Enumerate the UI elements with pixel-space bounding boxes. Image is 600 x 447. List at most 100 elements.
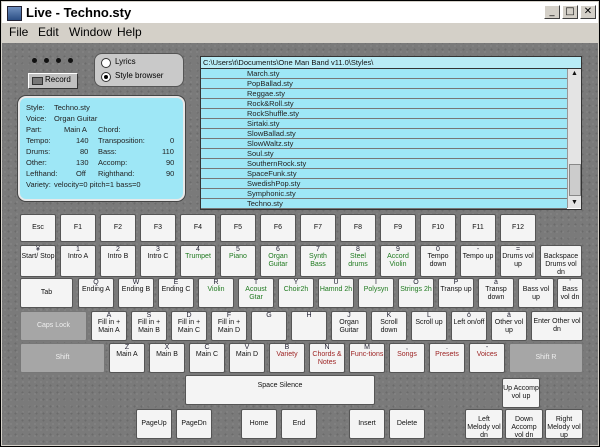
key-kt[interactable]: T Acoust Gtar [238, 278, 274, 308]
key-f4[interactable]: F4 [180, 214, 216, 242]
key-enter[interactable]: Enter Other vol dn [531, 311, 583, 341]
menu-edit[interactable]: Edit [38, 25, 59, 39]
key-home[interactable]: Home [241, 409, 277, 439]
list-scrollbar[interactable]: ▲ ▼ [567, 69, 581, 208]
key-k2[interactable]: 2 Intro B [100, 245, 136, 277]
key-f9[interactable]: F9 [380, 214, 416, 242]
key-down[interactable]: Down Accomp vol dn [505, 409, 543, 439]
key-ka[interactable]: A Fill in + Main A [91, 311, 127, 341]
lyrics-radio[interactable] [101, 58, 111, 68]
key-kequal[interactable]: = Drums vol up [500, 245, 536, 277]
key-space[interactable]: Space Silence [185, 375, 375, 405]
title-bar[interactable]: Live - Techno.sty _ □ ✕ [2, 2, 598, 23]
key-kcomma[interactable]: , Songs [389, 343, 425, 373]
style-file-item[interactable]: Reggae.sty [201, 89, 567, 99]
key-ki[interactable]: I Polysyn [358, 278, 394, 308]
key-k6[interactable]: 6 Organ Guitar [260, 245, 296, 277]
scroll-down-icon[interactable]: ▼ [568, 198, 581, 208]
key-kminus[interactable]: - Tempo up [460, 245, 496, 277]
key-up[interactable]: Up Accomp vol up [502, 378, 540, 408]
style-file-item[interactable]: Symphonic.sty [201, 189, 567, 199]
key-left[interactable]: Left Melody vol dn [465, 409, 503, 439]
record-button[interactable]: Record [28, 73, 78, 89]
key-ksemi[interactable]: ö Left on/off [451, 311, 487, 341]
key-k_tilde[interactable]: ¥ Start/ Stop [20, 245, 56, 277]
key-k9[interactable]: 9 Accord Violin [380, 245, 416, 277]
key-pgup[interactable]: PageUp [136, 409, 172, 439]
key-esc[interactable]: Esc [20, 214, 56, 242]
key-kb[interactable]: B Variety [269, 343, 305, 373]
key-krbr[interactable]: ¨ Bass vol up [518, 278, 554, 308]
key-f8[interactable]: F8 [340, 214, 376, 242]
key-tab[interactable]: Tab [20, 278, 73, 308]
key-kc[interactable]: C Main C [189, 343, 225, 373]
minimize-button[interactable]: _ [544, 5, 560, 19]
key-kj[interactable]: J Organ Guitar [331, 311, 367, 341]
key-delete[interactable]: Delete [389, 409, 425, 439]
key-f12[interactable]: F12 [500, 214, 536, 242]
style-file-item[interactable]: SouthernRock.sty [201, 159, 567, 169]
style-file-item[interactable]: SwedishPop.sty [201, 179, 567, 189]
key-f3[interactable]: F3 [140, 214, 176, 242]
key-k5[interactable]: 5 Piano [220, 245, 256, 277]
key-kslash[interactable]: - Voices [469, 343, 505, 373]
key-k1[interactable]: 1 Intro A [60, 245, 96, 277]
key-f2[interactable]: F2 [100, 214, 136, 242]
key-insert[interactable]: Insert [349, 409, 385, 439]
key-km[interactable]: M Func-tions [349, 343, 385, 373]
key-k3[interactable]: 3 Intro C [140, 245, 176, 277]
key-end[interactable]: End [281, 409, 317, 439]
key-k0[interactable]: 0 Tempo down [420, 245, 456, 277]
key-ke[interactable]: E Ending C [158, 278, 194, 308]
key-k4[interactable]: 4 Trumpet [180, 245, 216, 277]
key-ks[interactable]: S Fill in + Main B [131, 311, 167, 341]
menu-help[interactable]: Help [117, 25, 142, 39]
close-button[interactable]: ✕ [580, 5, 596, 19]
key-backspace[interactable]: Backspace Drums vol dn [540, 245, 582, 277]
menu-window[interactable]: Window [69, 25, 112, 39]
key-kd[interactable]: D Fill in + Main C [171, 311, 207, 341]
style-file-item[interactable]: SlowBallad.sty [201, 129, 567, 139]
key-kp[interactable]: P Transp up [438, 278, 474, 308]
style-file-item[interactable]: PopBallad.sty [201, 79, 567, 89]
key-caps[interactable]: Caps Lock [20, 311, 87, 341]
key-kk[interactable]: K Scroll down [371, 311, 407, 341]
style-file-item[interactable]: SlowWaltz.sty [201, 139, 567, 149]
key-kl[interactable]: L Scroll up [411, 311, 447, 341]
key-kperiod[interactable]: . Presets [429, 343, 465, 373]
style-file-item[interactable]: Soul.sty [201, 149, 567, 159]
style-file-item[interactable]: Sirtaki.sty [201, 119, 567, 129]
key-kz[interactable]: Z Main A [109, 343, 145, 373]
key-f5[interactable]: F5 [220, 214, 256, 242]
key-ko[interactable]: O Strings 2h [398, 278, 434, 308]
key-kbsl[interactable]: ' Bass vol dn [557, 278, 583, 308]
key-kv[interactable]: V Main D [229, 343, 265, 373]
style-file-item[interactable]: SpaceFunk.sty [201, 169, 567, 179]
key-f7[interactable]: F7 [300, 214, 336, 242]
key-klbr[interactable]: å Transp down [478, 278, 514, 308]
key-shift_l[interactable]: Shift [20, 343, 105, 373]
key-f10[interactable]: F10 [420, 214, 456, 242]
scroll-up-icon[interactable]: ▲ [568, 69, 581, 79]
key-ku[interactable]: U Hamnd 2h [318, 278, 354, 308]
key-kg[interactable]: G [251, 311, 287, 341]
key-kquote[interactable]: ä Other vol up [491, 311, 527, 341]
scrollbar-thumb[interactable] [569, 164, 581, 196]
maximize-button[interactable]: □ [562, 5, 578, 19]
key-kh[interactable]: H [291, 311, 327, 341]
style-file-item[interactable]: Techno.sty [201, 199, 567, 209]
key-right[interactable]: Right Melody vol up [545, 409, 583, 439]
style-file-item[interactable]: RockShuffle.sty [201, 109, 567, 119]
key-f1[interactable]: F1 [60, 214, 96, 242]
key-kn[interactable]: N Chords & Notes [309, 343, 345, 373]
key-shift_r[interactable]: Shift R [509, 343, 583, 373]
key-kq[interactable]: Q Ending A [78, 278, 114, 308]
key-kr[interactable]: R Violin [198, 278, 234, 308]
key-f11[interactable]: F11 [460, 214, 496, 242]
key-kx[interactable]: X Main B [149, 343, 185, 373]
key-kf[interactable]: F Fill in + Main D [211, 311, 247, 341]
menu-file[interactable]: File [9, 25, 28, 39]
style-file-item[interactable]: Rock&Roll.sty [201, 99, 567, 109]
style-file-item[interactable]: March.sty [201, 69, 567, 79]
key-f6[interactable]: F6 [260, 214, 296, 242]
